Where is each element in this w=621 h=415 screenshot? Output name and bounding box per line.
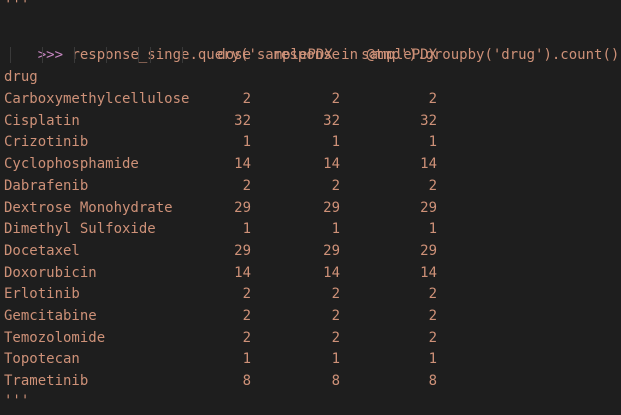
- drug-name: Doxorubicin: [4, 264, 97, 281]
- table-row: Cyclophosphamide 14 14 14: [0, 153, 621, 175]
- response-count: 1: [331, 221, 340, 238]
- drug-name: Temozolomide: [4, 329, 106, 346]
- close-quotes: ''': [4, 393, 30, 409]
- response-count: 2: [331, 329, 340, 346]
- index-name: drug: [4, 69, 38, 85]
- drug-name: Docetaxel: [4, 242, 80, 259]
- samplepdx-count: 32: [420, 112, 437, 129]
- dose-count: 32: [234, 112, 251, 129]
- table-row: Docetaxel 29 29 29: [0, 240, 621, 262]
- response-count: 2: [331, 91, 340, 107]
- open-quotes: ''': [4, 0, 30, 13]
- table-row: Carboxymethylcellulose 2 2 2: [0, 88, 621, 110]
- samplepdx-count: 14: [420, 264, 437, 281]
- response-count: 14: [323, 156, 340, 173]
- response-count: 1: [331, 351, 340, 368]
- column-header-response: response: [272, 47, 340, 63]
- command-line: >>> response_singe.query('samplePDX in @…: [4, 22, 620, 63]
- dose-count: 29: [234, 242, 251, 259]
- table-row: Topotecan 1 1 1: [0, 348, 621, 370]
- drug-name: Carboxymethylcellulose: [4, 91, 190, 107]
- drug-name: Dabrafenib: [4, 177, 89, 194]
- samplepdx-count: 14: [420, 156, 437, 173]
- drug-name: Erlotinib: [4, 286, 80, 303]
- response-count: 2: [331, 308, 340, 324]
- dose-count: 29: [234, 199, 251, 216]
- samplepdx-count: 1: [428, 134, 437, 151]
- samplepdx-count: 29: [420, 199, 437, 216]
- samplepdx-count: 2: [428, 91, 437, 107]
- table-header-row: dose response samplePDX: [0, 44, 621, 66]
- dose-count: 2: [242, 91, 251, 107]
- table-row: Temozolomide 2 2 2: [0, 327, 621, 349]
- response-count: 2: [331, 286, 340, 303]
- dose-count: 2: [242, 329, 251, 346]
- dose-count: 2: [242, 286, 251, 303]
- response-count: 8: [331, 373, 340, 390]
- response-count: 29: [323, 199, 340, 216]
- samplepdx-count: 1: [428, 351, 437, 368]
- response-count: 14: [323, 264, 340, 281]
- dose-count: 14: [234, 156, 251, 173]
- samplepdx-count: 1: [428, 221, 437, 238]
- drug-name: Dimethyl Sulfoxide: [4, 221, 156, 238]
- drug-name: Dextrose Monohydrate: [4, 199, 173, 216]
- dose-count: 2: [242, 177, 251, 194]
- table-row: Erlotinib 2 2 2: [0, 283, 621, 305]
- samplepdx-count: 29: [420, 242, 437, 259]
- samplepdx-count: 2: [428, 286, 437, 303]
- terminal-output[interactable]: ''' >>> response_singe.query('samplePDX …: [0, 0, 621, 415]
- table-row: Dabrafenib 2 2 2: [0, 175, 621, 197]
- dose-count: 1: [242, 221, 251, 238]
- table-row: Crizotinib 1 1 1: [0, 131, 621, 153]
- table-row: Trametinib 8 8 8: [0, 370, 621, 392]
- samplepdx-count: 2: [428, 177, 437, 194]
- table-row: Doxorubicin 14 14 14: [0, 262, 621, 284]
- response-count: 2: [331, 177, 340, 194]
- column-header-dose: dose: [217, 47, 251, 63]
- column-header-samplepdx: samplePDX: [361, 47, 437, 63]
- dose-count: 8: [242, 373, 251, 390]
- drug-name: Topotecan: [4, 351, 80, 368]
- drug-name: Cisplatin: [4, 112, 80, 129]
- samplepdx-count: 2: [428, 329, 437, 346]
- response-count: 32: [323, 112, 340, 129]
- table-row: Cisplatin 32 32 32: [0, 110, 621, 132]
- drug-name: Cyclophosphamide: [4, 156, 139, 173]
- table-row: Gemcitabine 2 2 2: [0, 305, 621, 327]
- samplepdx-count: 2: [428, 308, 437, 324]
- drug-name: Trametinib: [4, 373, 89, 390]
- drug-name: Crizotinib: [4, 134, 89, 151]
- table-row: Dextrose Monohydrate 29 29 29: [0, 197, 621, 219]
- dose-count: 1: [242, 351, 251, 368]
- samplepdx-count: 8: [428, 373, 437, 390]
- drug-name: Gemcitabine: [4, 308, 97, 324]
- dose-count: 2: [242, 308, 251, 324]
- table-row: Dimethyl Sulfoxide 1 1 1: [0, 218, 621, 240]
- dose-count: 1: [242, 134, 251, 151]
- dose-count: 14: [234, 264, 251, 281]
- response-count: 29: [323, 242, 340, 259]
- response-count: 1: [331, 134, 340, 151]
